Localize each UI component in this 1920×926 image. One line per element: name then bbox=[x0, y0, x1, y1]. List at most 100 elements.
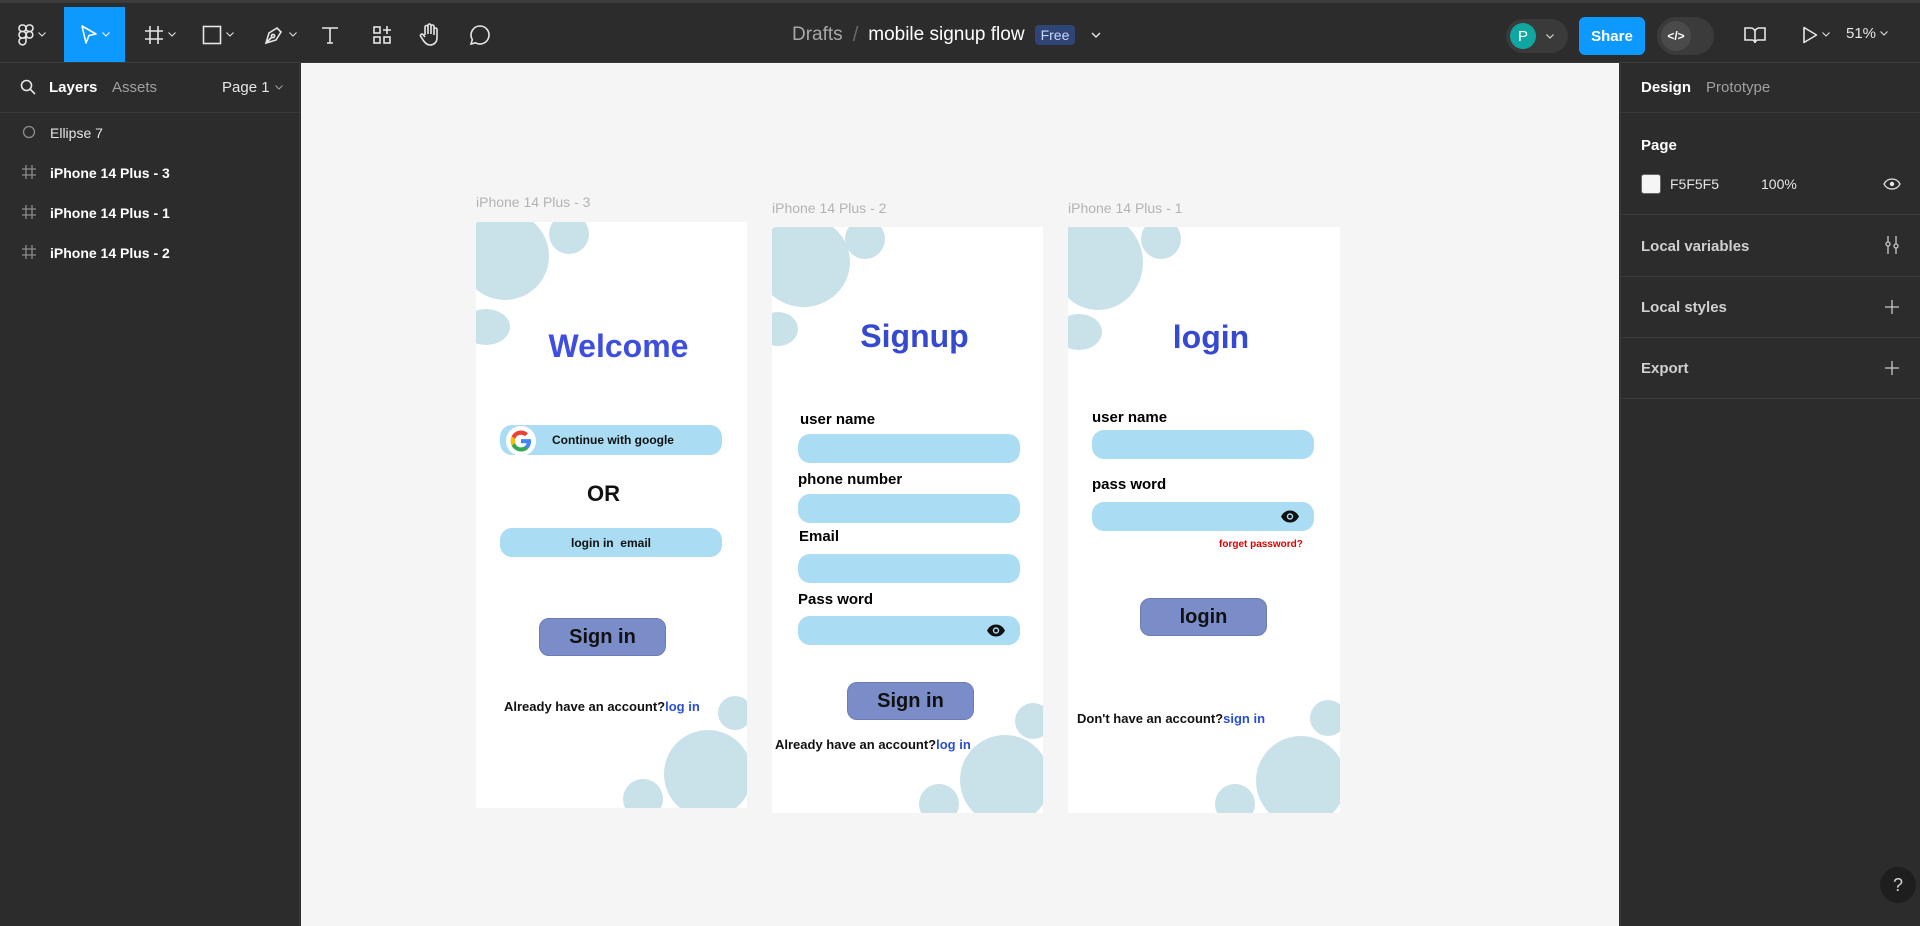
multiplayer-avatars[interactable]: P bbox=[1506, 19, 1568, 53]
email-input[interactable] bbox=[798, 554, 1020, 583]
layer-row[interactable]: iPhone 14 Plus - 3 bbox=[0, 153, 300, 193]
canvas[interactable]: iPhone 14 Plus - 3 Welcome Continue with… bbox=[301, 63, 1619, 926]
email-button-label: login in email bbox=[570, 535, 651, 550]
export-label: Export bbox=[1641, 360, 1689, 377]
password-label: pass word bbox=[1092, 476, 1167, 493]
shape-tool-button[interactable] bbox=[196, 7, 240, 62]
frame-tool-icon bbox=[145, 25, 163, 44]
decor-bubble bbox=[845, 227, 885, 259]
decor-bubble bbox=[476, 222, 549, 300]
frame-label[interactable]: iPhone 14 Plus - 1 bbox=[1068, 200, 1182, 216]
phone-label: phone number bbox=[798, 471, 903, 488]
layer-row[interactable]: iPhone 14 Plus - 1 bbox=[0, 193, 300, 233]
password-input[interactable] bbox=[798, 616, 1020, 645]
signin-button[interactable]: Sign in bbox=[539, 618, 666, 656]
page-color-value[interactable]: F5F5F5 bbox=[1670, 176, 1719, 192]
breadcrumb-project[interactable]: Drafts bbox=[792, 24, 843, 46]
page-opacity-value[interactable]: 100% bbox=[1761, 176, 1797, 192]
plus-icon[interactable] bbox=[1884, 360, 1900, 376]
decor-bubble bbox=[1141, 227, 1181, 259]
pen-tool-icon bbox=[264, 26, 283, 44]
comment-button[interactable] bbox=[466, 7, 494, 62]
plan-badge[interactable]: Free bbox=[1034, 25, 1076, 45]
tab-layers[interactable]: Layers bbox=[49, 79, 97, 96]
visibility-eye-icon[interactable] bbox=[1883, 178, 1901, 190]
eye-icon[interactable] bbox=[986, 624, 1006, 637]
move-tool-icon bbox=[80, 24, 97, 44]
or-separator: OR bbox=[587, 481, 620, 506]
eye-icon[interactable] bbox=[1280, 510, 1300, 523]
variables-settings-icon[interactable] bbox=[1884, 235, 1900, 255]
signup-signin-button[interactable]: Sign in bbox=[847, 682, 974, 720]
shape-tool-icon bbox=[202, 25, 222, 44]
library-button[interactable] bbox=[1741, 7, 1769, 62]
layer-name: Ellipse 7 bbox=[50, 125, 103, 141]
tab-assets[interactable]: Assets bbox=[112, 79, 157, 96]
local-styles-section[interactable]: Local styles bbox=[1621, 277, 1920, 338]
no-account-text: Don't have an account?sign in bbox=[1077, 711, 1265, 726]
password-input[interactable] bbox=[1092, 502, 1314, 531]
decor-bubble bbox=[1068, 227, 1143, 310]
move-tool-button[interactable] bbox=[64, 7, 125, 62]
login-link[interactable]: log in bbox=[665, 699, 700, 714]
plus-icon[interactable] bbox=[1884, 299, 1900, 315]
search-icon[interactable] bbox=[20, 79, 36, 95]
page-selector[interactable]: Page 1 bbox=[222, 79, 283, 96]
dev-mode-icon: </> bbox=[1661, 21, 1691, 51]
resources-button[interactable] bbox=[368, 7, 396, 62]
help-button[interactable]: ? bbox=[1880, 867, 1916, 903]
page-heading: Page bbox=[1641, 137, 1677, 154]
username-input[interactable] bbox=[1092, 430, 1314, 459]
page-color-swatch[interactable] bbox=[1641, 174, 1661, 194]
phone-input[interactable] bbox=[798, 494, 1020, 523]
signin-link[interactable]: sign in bbox=[1223, 711, 1265, 726]
figma-menu-button[interactable] bbox=[10, 7, 54, 62]
chevron-down-icon bbox=[101, 32, 110, 37]
email-login-button[interactable]: login in email bbox=[500, 528, 722, 557]
local-variables-section[interactable]: Local variables bbox=[1621, 215, 1920, 277]
file-name[interactable]: mobile signup flow bbox=[868, 24, 1024, 46]
layer-name: iPhone 14 Plus - 3 bbox=[50, 165, 170, 181]
decor-bubble bbox=[718, 696, 747, 730]
username-input[interactable] bbox=[798, 434, 1020, 463]
hand-tool-button[interactable] bbox=[416, 7, 444, 62]
text-tool-button[interactable] bbox=[316, 7, 344, 62]
tab-design[interactable]: Design bbox=[1641, 79, 1691, 96]
email-label: Email bbox=[799, 528, 840, 545]
signup-frame[interactable]: Signup user name phone number Email Pass… bbox=[772, 227, 1043, 813]
layer-row[interactable]: iPhone 14 Plus - 2 bbox=[0, 233, 300, 273]
pen-tool-button[interactable] bbox=[258, 7, 302, 62]
avatar[interactable]: P bbox=[1510, 23, 1536, 49]
resources-icon bbox=[373, 25, 391, 44]
google-button-label: Continue with google bbox=[552, 433, 674, 447]
login-link[interactable]: log in bbox=[936, 737, 971, 752]
frame-label[interactable]: iPhone 14 Plus - 2 bbox=[772, 200, 886, 216]
username-label: user name bbox=[800, 411, 876, 428]
share-button[interactable]: Share bbox=[1579, 17, 1645, 55]
login-title: login bbox=[1172, 319, 1250, 355]
present-icon bbox=[1803, 26, 1818, 43]
frame-label[interactable]: iPhone 14 Plus - 3 bbox=[476, 194, 590, 210]
google-continue-button[interactable]: Continue with google bbox=[500, 425, 722, 456]
chevron-down-icon bbox=[226, 32, 234, 37]
local-variables-label: Local variables bbox=[1641, 238, 1750, 255]
layers-panel: Layers Assets Page 1 Ellipse 7 iPhone 14… bbox=[0, 63, 300, 926]
google-logo-icon bbox=[506, 426, 536, 456]
zoom-control[interactable]: 51% bbox=[1846, 25, 1888, 42]
login-button[interactable]: login bbox=[1140, 598, 1267, 636]
export-section[interactable]: Export bbox=[1621, 338, 1920, 399]
tab-prototype[interactable]: Prototype bbox=[1706, 79, 1770, 96]
chevron-down-icon bbox=[1822, 32, 1830, 37]
layer-name: iPhone 14 Plus - 2 bbox=[50, 245, 170, 261]
frame-tool-button[interactable] bbox=[138, 7, 182, 62]
forgot-password-link[interactable]: forget password? bbox=[1219, 539, 1303, 550]
dev-mode-toggle[interactable]: </> bbox=[1657, 17, 1714, 55]
frame-icon bbox=[22, 245, 36, 259]
decor-bubble bbox=[919, 784, 959, 813]
welcome-frame[interactable]: Welcome Continue with google OR login in… bbox=[476, 222, 747, 808]
layer-row[interactable]: Ellipse 7 bbox=[0, 113, 300, 153]
chevron-down-icon[interactable] bbox=[1091, 32, 1101, 38]
login-frame[interactable]: login user name pass word forget passwor… bbox=[1068, 227, 1340, 813]
present-button[interactable] bbox=[1796, 7, 1836, 62]
right-panel-tabs: Design Prototype bbox=[1621, 63, 1920, 113]
